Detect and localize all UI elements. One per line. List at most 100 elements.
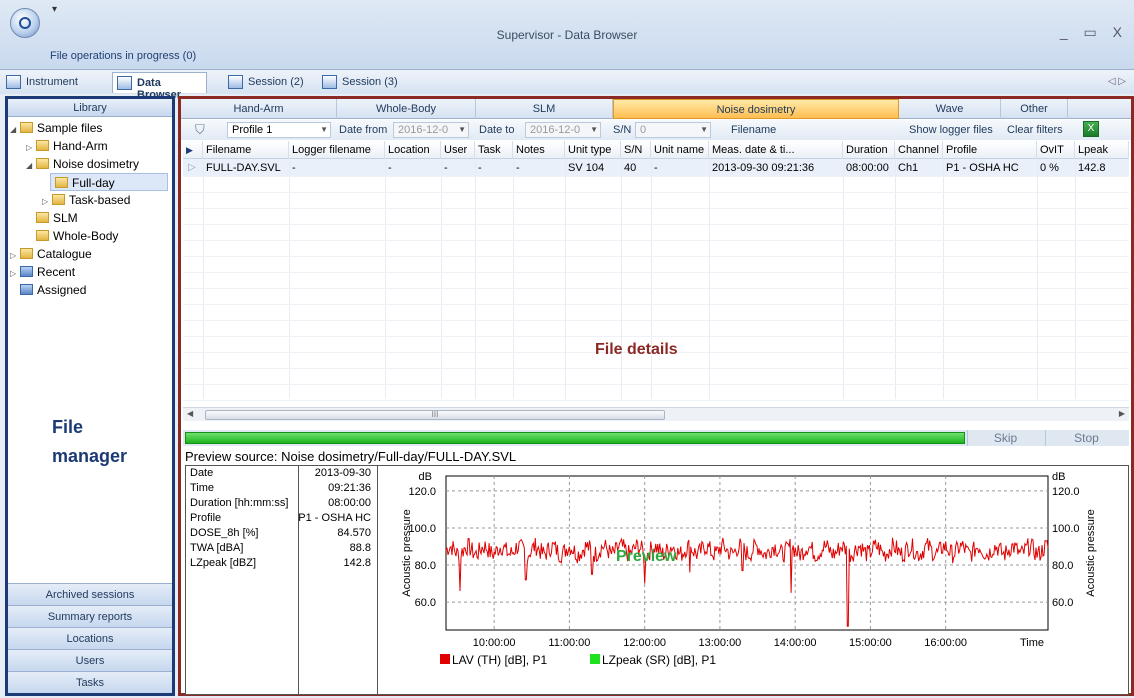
tab-label: Session (3) <box>342 76 398 88</box>
x-tick-label: 10:00:00 <box>473 637 516 649</box>
tab-data-browser[interactable]: Data Browser <box>112 72 207 101</box>
filter-funnel-icon[interactable]: ⛉ <box>195 122 205 138</box>
preview-source: Preview source: Noise dosimetry/Full-day… <box>185 449 517 464</box>
column-header[interactable]: Profile <box>943 141 1037 159</box>
grid-row-line <box>183 272 1129 273</box>
column-header[interactable]: S/N <box>621 141 651 159</box>
grid-column-line <box>565 159 566 399</box>
column-header[interactable]: Filename <box>203 141 289 159</box>
profile-select[interactable]: Profile 1 ▼ <box>227 122 331 138</box>
column-header[interactable]: Unit name <box>651 141 709 159</box>
scroll-thumb[interactable]: III <box>205 410 665 420</box>
library-tree: ◢ Sample files ▷ Hand-Arm ◢ Noise dosimetry… <box>8 117 172 307</box>
tree-label: SLM <box>53 211 78 225</box>
tree-item-hand-arm[interactable]: ▷ Hand-Arm <box>26 137 108 155</box>
column-header[interactable]: Duration <box>843 141 895 159</box>
grid-column-line <box>1075 159 1076 399</box>
quick-access-chevron-icon[interactable]: ▾ <box>52 4 57 15</box>
param-row: Time 09:21:36 <box>186 481 377 496</box>
tab-wave[interactable]: Wave <box>899 99 1001 119</box>
sn-select[interactable]: 0 ▼ <box>635 122 711 138</box>
tab-label: Instrument <box>26 76 78 88</box>
tree-item-full-day[interactable]: Full-day <box>50 173 168 191</box>
column-header[interactable]: Logger filename <box>289 141 385 159</box>
date-from-input[interactable]: 2016-12-0 ▼ <box>393 122 469 138</box>
column-header[interactable]: OvIT <box>1037 141 1075 159</box>
tree-item-assigned[interactable]: Assigned <box>20 281 86 299</box>
filename-filter-input[interactable]: Filename <box>731 122 776 138</box>
legend-swatch-lzpeak <box>590 654 600 664</box>
tree-label: Assigned <box>37 283 87 297</box>
tab-session-3[interactable]: Session (3) <box>318 72 408 93</box>
tree-label: Task-based <box>69 193 131 207</box>
tab-slm[interactable]: SLM <box>476 99 613 119</box>
column-header[interactable]: Channel <box>895 141 943 159</box>
x-tick-label: 11:00:00 <box>548 637 590 649</box>
tree-item-catalogue[interactable]: ▷ Catalogue <box>10 245 92 263</box>
param-value: 84.570 <box>337 527 371 539</box>
tab-noise-dosimetry[interactable]: Noise dosimetry <box>613 99 899 119</box>
stop-button[interactable]: Stop <box>1045 430 1127 446</box>
summary-reports-button[interactable]: Summary reports <box>8 605 172 627</box>
file-operations-status[interactable]: File operations in progress (0) <box>50 50 196 62</box>
grid-column-line <box>289 159 290 399</box>
cell: - <box>388 162 392 174</box>
column-header[interactable]: Lpeak <box>1075 141 1129 159</box>
tab-hand-arm[interactable]: Hand-Arm <box>181 99 337 119</box>
filter-bar: ⛉ Profile 1 ▼ Date from 2016-12-0 ▼ Date t… <box>181 120 1131 140</box>
tree-item-slm[interactable]: SLM <box>36 209 78 227</box>
expanded-arrow-icon[interactable]: ◢ <box>10 121 20 139</box>
session-icon <box>228 75 243 89</box>
column-header[interactable]: Location <box>385 141 441 159</box>
grid-row-line <box>183 320 1129 321</box>
column-header[interactable]: Meas. date & ti... <box>709 141 843 159</box>
tree-item-sample-files[interactable]: ◢ Sample files <box>10 119 102 137</box>
category-tabs: Hand-Arm Whole-Body SLM Noise dosimetry … <box>181 99 1131 119</box>
export-excel-icon[interactable]: X <box>1083 121 1099 137</box>
x-tick-label: 12:00:00 <box>623 637 666 649</box>
tree-label: Recent <box>37 265 76 279</box>
param-row: LZpeak [dBZ] 142.8 <box>186 556 377 571</box>
x-tick-label: 16:00:00 <box>924 637 967 649</box>
tree-item-recent[interactable]: ▷ Recent <box>10 263 75 281</box>
archived-sessions-button[interactable]: Archived sessions <box>8 583 172 605</box>
date-to-input[interactable]: 2016-12-0 ▼ <box>525 122 601 138</box>
tab-scroll-arrows-icon[interactable]: ◁ ▷ <box>1108 76 1126 87</box>
scroll-right-icon[interactable]: ▶ <box>1119 409 1125 418</box>
library-header[interactable]: Library <box>8 99 172 117</box>
grid-row-line <box>183 336 1129 337</box>
clear-filters-button[interactable]: Clear filters <box>1007 122 1063 138</box>
expanded-arrow-icon[interactable]: ◢ <box>26 157 36 175</box>
locations-button[interactable]: Locations <box>8 627 172 649</box>
window-controls[interactable]: _ ▭ X <box>1060 24 1128 41</box>
users-button[interactable]: Users <box>8 649 172 671</box>
column-header[interactable]: Task <box>475 141 513 159</box>
grid-column-line <box>943 159 944 399</box>
chevron-down-icon: ▼ <box>458 125 466 134</box>
y-unit-left: dB <box>419 471 432 483</box>
horizontal-scrollbar[interactable]: ◀ III ▶ <box>183 407 1129 421</box>
scroll-left-icon[interactable]: ◀ <box>187 409 193 418</box>
file-manager-annotation: File manager <box>52 413 127 471</box>
collapsed-arrow-icon[interactable]: ▷ <box>10 265 20 283</box>
grid-column-line <box>651 159 652 399</box>
legend-swatch-lav <box>440 654 450 664</box>
grid-row-line <box>183 224 1129 225</box>
column-header[interactable]: User <box>441 141 475 159</box>
grid-column-line <box>203 159 204 399</box>
tree-item-whole-body[interactable]: Whole-Body <box>36 227 118 245</box>
grid-column-line <box>621 159 622 399</box>
skip-button[interactable]: Skip <box>967 430 1043 446</box>
tree-item-noise-dosimetry[interactable]: ◢ Noise dosimetry <box>26 155 139 173</box>
param-row: DOSE_8h [%] 84.570 <box>186 526 377 541</box>
tab-other[interactable]: Other <box>1001 99 1068 119</box>
show-logger-files-button[interactable]: Show logger files <box>909 122 993 138</box>
column-header[interactable]: Notes <box>513 141 565 159</box>
tasks-button[interactable]: Tasks <box>8 671 172 693</box>
tab-whole-body[interactable]: Whole-Body <box>337 99 476 119</box>
tab-instrument[interactable]: Instrument <box>2 72 84 93</box>
column-header[interactable]: Unit type <box>565 141 621 159</box>
tree-item-task-based[interactable]: ▷ Task-based <box>42 191 130 209</box>
tab-session-2[interactable]: Session (2) <box>224 72 310 93</box>
y-tick-label-left: 60.0 <box>415 597 436 609</box>
